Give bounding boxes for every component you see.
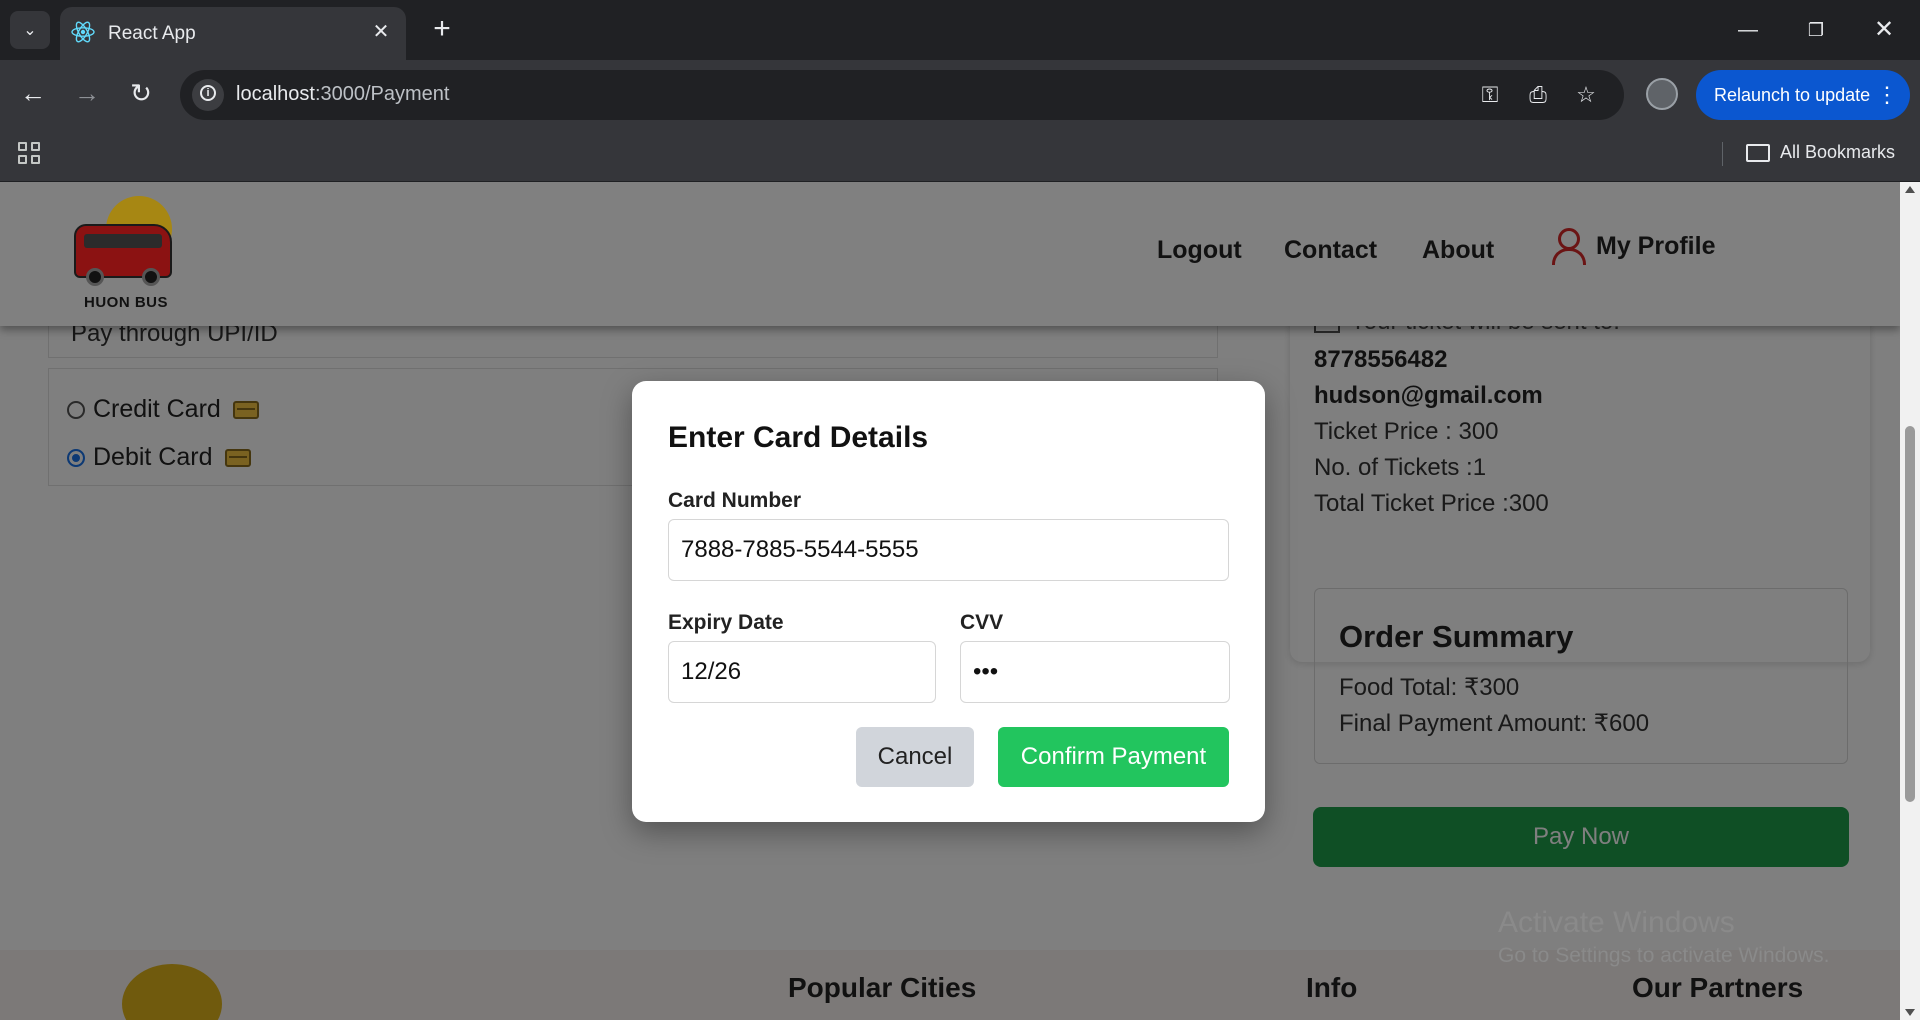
nav-about[interactable]: About [1422, 236, 1494, 265]
forward-arrow-icon[interactable]: → [66, 72, 108, 114]
install-icon[interactable]: ⎙ [1524, 81, 1552, 109]
bookmarks-bar: All Bookmarks [0, 128, 1920, 182]
plus-icon[interactable]: + [424, 12, 460, 48]
nav-my-profile[interactable]: My Profile [1550, 228, 1716, 265]
relaunch-label: Relaunch to update [1714, 85, 1871, 105]
apps-grid-icon[interactable] [18, 142, 42, 166]
folder-icon [1746, 143, 1770, 162]
scrollbar-thumb[interactable] [1905, 426, 1915, 802]
key-icon[interactable]: ⚿ [1476, 81, 1504, 109]
nav-logout[interactable]: Logout [1157, 236, 1242, 265]
star-icon[interactable]: ☆ [1572, 81, 1600, 109]
restore-icon[interactable]: ❐ [1788, 8, 1844, 52]
avatar[interactable] [1646, 78, 1678, 110]
all-bookmarks-button[interactable]: All Bookmarks [1746, 142, 1895, 163]
brand-name: HUON BUS [84, 294, 169, 311]
relaunch-button[interactable]: Relaunch to update ⋮ [1696, 70, 1910, 120]
expiry-date-label: Expiry Date [668, 611, 784, 634]
card-number-input[interactable] [668, 519, 1229, 581]
tab-title: React App [108, 23, 196, 44]
react-icon [71, 21, 95, 43]
close-window-icon[interactable]: ✕ [1856, 8, 1912, 52]
wheel-icon [86, 268, 104, 286]
url-path: :3000/Payment [314, 83, 450, 105]
card-number-label: Card Number [668, 489, 802, 512]
card-details-modal: Enter Card Details Card Number Expiry Da… [632, 381, 1265, 822]
url-host: localhost [236, 83, 315, 105]
tab-strip: ⌄ React App ✕ + — ❐ ✕ [0, 0, 1920, 60]
nav-contact[interactable]: Contact [1284, 236, 1377, 265]
page-viewport: Pay through UPI/ID Credit Card Debit Car… [0, 182, 1900, 1020]
user-icon [1550, 228, 1586, 265]
browser-tab[interactable]: React App ✕ [60, 7, 406, 60]
address-bar[interactable]: i localhost:3000/Payment ⚿ ⎙ ☆ [180, 70, 1624, 120]
site-header: HUON BUS Logout Contact About My Profile [0, 182, 1900, 326]
brand-logo[interactable]: HUON BUS [70, 196, 180, 314]
scroll-up-arrow-icon[interactable] [1905, 186, 1915, 193]
modal-title: Enter Card Details [668, 421, 929, 454]
close-icon[interactable]: ✕ [368, 19, 394, 45]
reload-icon[interactable]: ↻ [120, 72, 162, 114]
my-profile-label: My Profile [1596, 231, 1716, 260]
tab-search-icon[interactable]: ⌄ [10, 11, 50, 49]
confirm-payment-button[interactable]: Confirm Payment [998, 727, 1229, 787]
scrollbar[interactable] [1900, 182, 1920, 1020]
browser-toolbar: ← → ↻ i localhost:3000/Payment ⚿ ⎙ ☆ Rel… [0, 60, 1920, 128]
divider [1722, 142, 1723, 166]
activate-windows-watermark: Activate Windows Go to Settings to activ… [1498, 906, 1830, 968]
cvv-label: CVV [960, 611, 1004, 634]
watermark-title: Activate Windows [1498, 906, 1735, 939]
scroll-down-arrow-icon[interactable] [1905, 1009, 1915, 1016]
info-icon[interactable]: i [192, 79, 224, 111]
wheel-icon [142, 268, 160, 286]
watermark-subtitle: Go to Settings to activate Windows. [1498, 944, 1830, 967]
minimize-icon[interactable]: — [1720, 8, 1776, 52]
all-bookmarks-label: All Bookmarks [1780, 142, 1896, 162]
cancel-button[interactable]: Cancel [856, 727, 974, 787]
expiry-date-input[interactable] [668, 641, 936, 703]
cvv-input[interactable] [960, 641, 1230, 703]
kebab-menu-icon[interactable]: ⋮ [1876, 70, 1898, 120]
url-text[interactable]: localhost:3000/Payment [236, 83, 449, 106]
back-arrow-icon[interactable]: ← [12, 72, 54, 114]
